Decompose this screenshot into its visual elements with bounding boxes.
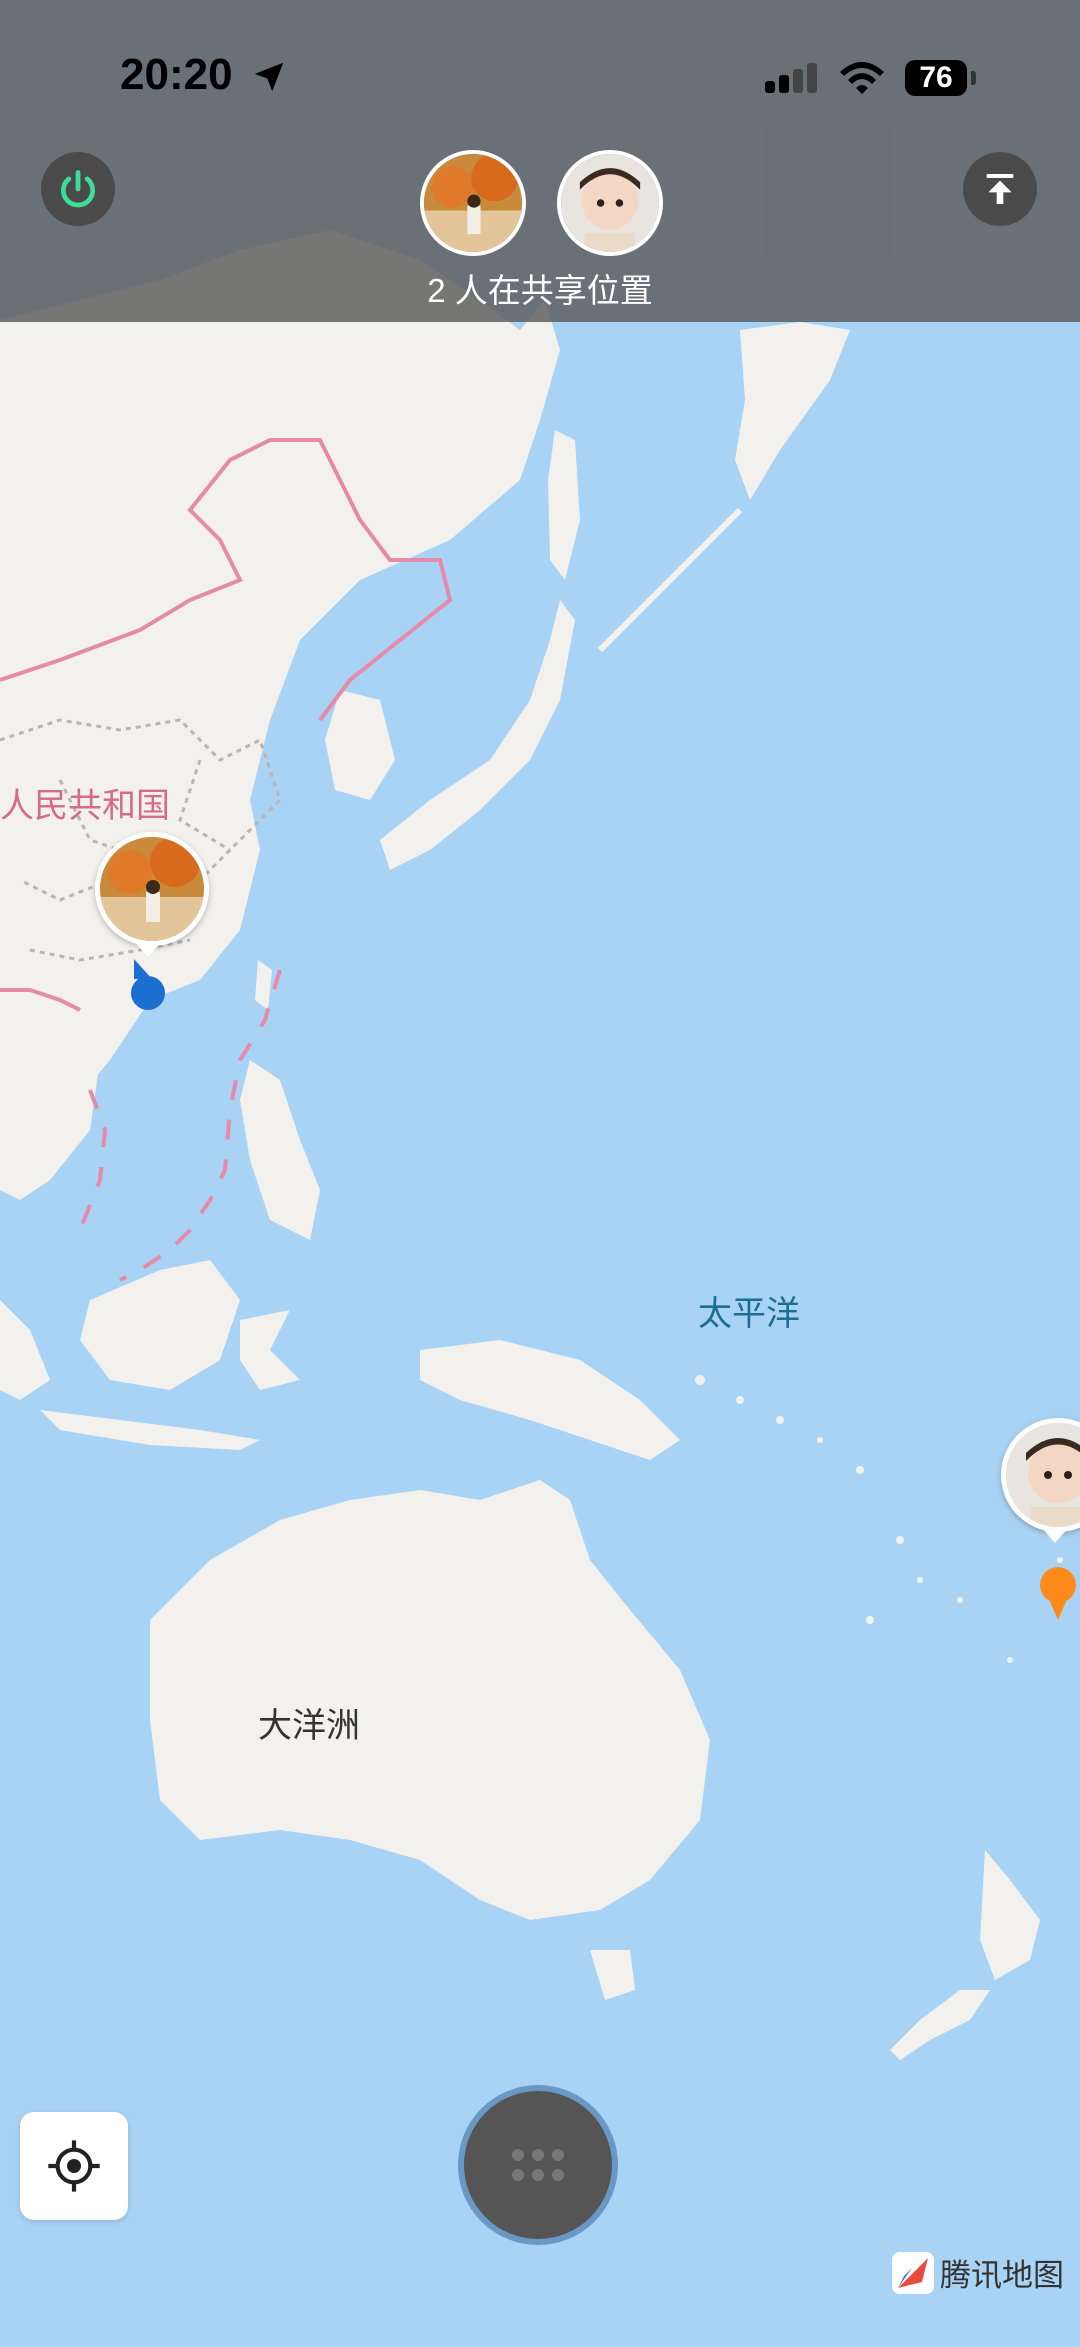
power-icon <box>60 170 96 208</box>
map-canvas[interactable] <box>0 0 1080 2347</box>
menu-grid-button[interactable] <box>458 2085 618 2245</box>
status-time: 20:20 <box>120 50 233 99</box>
wifi-icon <box>840 62 884 94</box>
battery-indicator: 76 <box>905 60 967 96</box>
shared-user-avatar-2[interactable] <box>557 150 663 256</box>
map-provider-brand: 腾讯地图 <box>892 2250 1064 2295</box>
self-location-dot[interactable] <box>130 955 170 1015</box>
grid-dots-icon <box>512 2149 564 2181</box>
map-label-china: 人民共和国 <box>0 787 170 825</box>
self-avatar-pin[interactable] <box>95 832 209 946</box>
friend-location-pin[interactable] <box>1040 1565 1080 1625</box>
power-button[interactable] <box>41 152 115 226</box>
map-label-pacific: 太平洋 <box>698 1295 800 1333</box>
tencent-map-logo-icon <box>892 2251 934 2294</box>
location-arrow-icon <box>254 62 284 92</box>
shared-user-avatar-1[interactable] <box>420 150 526 256</box>
map-label-oceania: 大洋洲 <box>258 1707 360 1745</box>
locate-me-button[interactable] <box>20 2112 128 2220</box>
friend-pin-tail <box>1041 1527 1069 1543</box>
battery-tip <box>971 71 976 85</box>
sharing-count-text: 2 人在共享位置 <box>427 272 653 309</box>
collapse-up-button[interactable] <box>963 152 1037 226</box>
upload-top-icon <box>986 174 1014 204</box>
brand-text: 腾讯地图 <box>940 2258 1064 2293</box>
crosshair-icon <box>48 2140 100 2192</box>
